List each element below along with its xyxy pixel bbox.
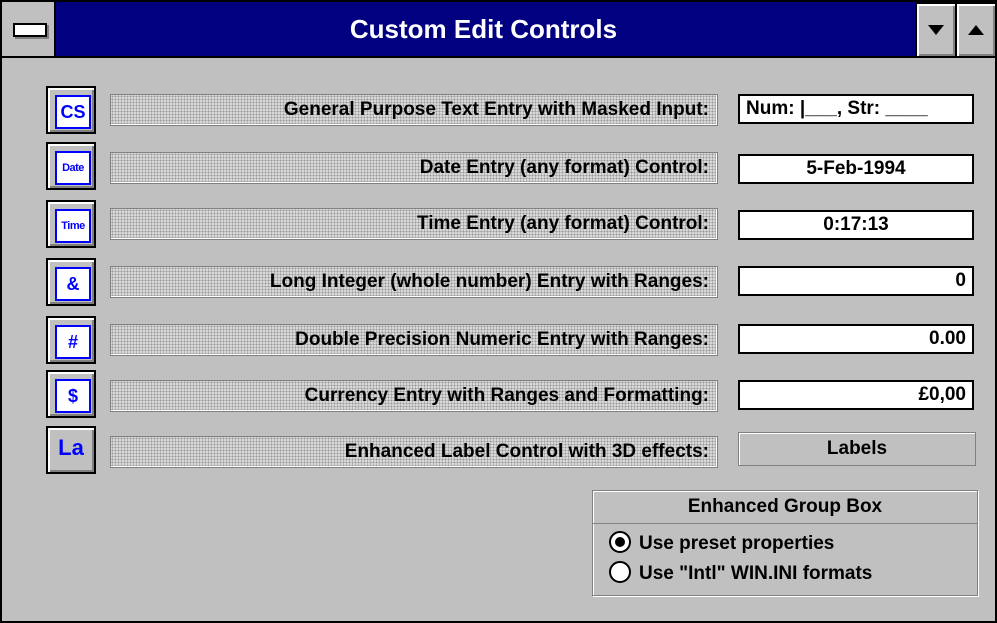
masked-input-field[interactable]: Num: |___, Str: ____ (738, 94, 974, 124)
currency-label: Currency Entry with Ranges and Formattin… (110, 380, 718, 412)
maximize-button[interactable] (955, 2, 997, 58)
cs-text-icon: CS (55, 95, 91, 129)
date-entry-field[interactable]: 5-Feb-1994 (738, 154, 974, 184)
double-precision-button[interactable]: # (46, 316, 96, 364)
cs-text-button[interactable]: CS (46, 86, 96, 134)
date-icon: Date (55, 151, 91, 185)
group-box-title: Enhanced Group Box (593, 491, 977, 524)
time-entry-field[interactable]: 0:17:13 (738, 210, 974, 240)
date-entry-label: Date Entry (any format) Control: (110, 152, 718, 184)
radio-intl-formats[interactable]: Use "Intl" WIN.INI formats (609, 559, 872, 589)
long-integer-field[interactable]: 0 (738, 266, 974, 296)
label-button[interactable]: La (46, 426, 96, 474)
long-integer-label: Long Integer (whole number) Entry with R… (110, 266, 718, 298)
system-menu-icon (13, 23, 47, 37)
enhanced-label-label: Enhanced Label Control with 3D effects: (110, 436, 718, 468)
time-icon: Time (55, 209, 91, 243)
double-precision-icon: # (55, 325, 91, 359)
enhanced-label-control: Labels (738, 432, 976, 466)
currency-icon: $ (55, 379, 91, 413)
double-precision-field[interactable]: 0.00 (738, 324, 974, 354)
long-integer-icon: & (55, 267, 91, 301)
radio-unselected-icon[interactable] (609, 561, 631, 584)
minimize-arrow-icon (928, 25, 944, 35)
masked-input-label: General Purpose Text Entry with Masked I… (110, 94, 718, 126)
radio-preset-label: Use preset properties (639, 533, 835, 554)
window-title: Custom Edit Controls (349, 14, 618, 44)
time-entry-label: Time Entry (any format) Control: (110, 208, 718, 240)
radio-preset-properties[interactable]: Use preset properties (609, 529, 834, 559)
radio-selected-icon[interactable] (609, 531, 631, 554)
app-window: Custom Edit Controls CS General Purpose … (0, 0, 997, 623)
maximize-arrow-icon (968, 25, 984, 35)
date-button[interactable]: Date (46, 142, 96, 190)
currency-field[interactable]: £0,00 (738, 380, 974, 410)
label-icon: La (58, 435, 84, 460)
system-menu-button[interactable] (2, 2, 56, 56)
title-bar[interactable]: Custom Edit Controls (2, 2, 997, 58)
currency-button[interactable]: $ (46, 370, 96, 418)
time-button[interactable]: Time (46, 200, 96, 248)
radio-intl-label: Use "Intl" WIN.INI formats (639, 563, 873, 584)
minimize-button[interactable] (915, 2, 957, 58)
enhanced-group-box: Enhanced Group Box Use preset properties… (592, 490, 978, 596)
double-precision-label: Double Precision Numeric Entry with Rang… (110, 324, 718, 356)
long-integer-button[interactable]: & (46, 258, 96, 306)
